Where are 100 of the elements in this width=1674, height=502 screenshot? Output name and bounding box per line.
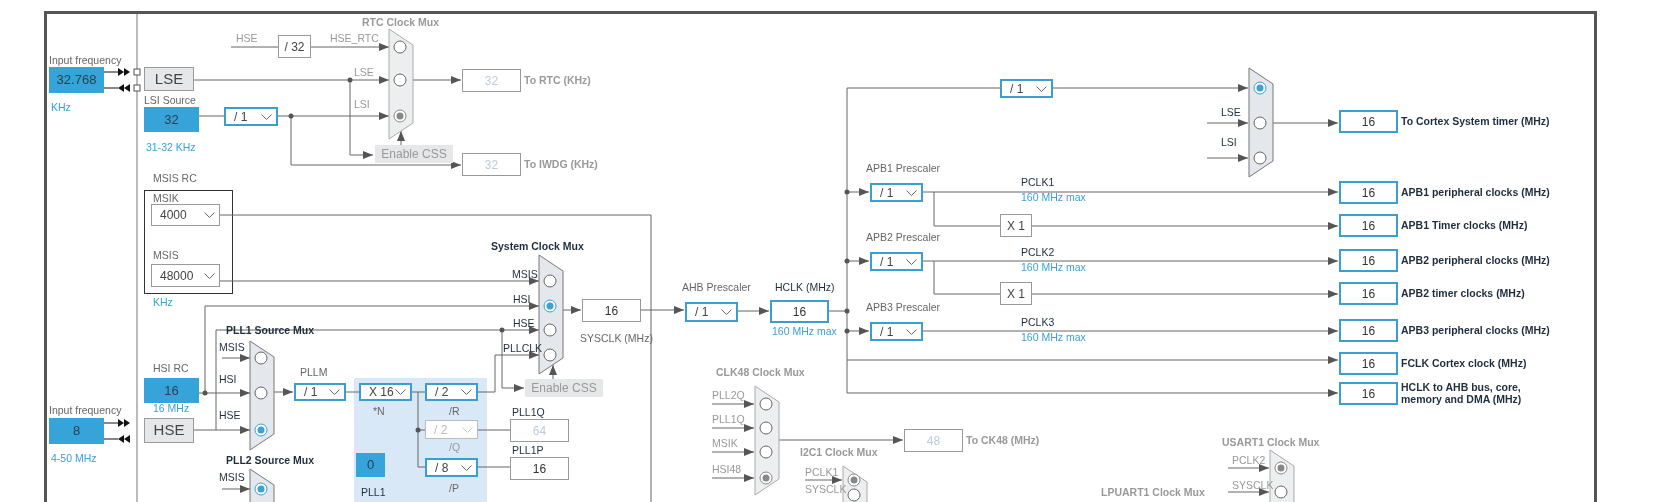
frequency-select[interactable]: 48000	[151, 264, 220, 287]
radio-button[interactable]	[1274, 485, 1288, 499]
range-label: 31-32 KHz	[146, 141, 196, 154]
output-label: To IWDG (KHz)	[524, 158, 598, 171]
prescaler-select[interactable]: X 16	[359, 383, 412, 401]
output-label: HCLK to AHB bus, core, memory and DMA (MHz)	[1401, 381, 1523, 406]
junction-dot	[844, 308, 850, 314]
arrow-connector	[804, 476, 843, 484]
frequency-select[interactable]: 4000	[151, 204, 220, 226]
multiplier-block: X 1	[1000, 282, 1032, 305]
prescaler-title: AHB Prescaler	[682, 281, 751, 294]
prescaler-caption: /P	[449, 482, 459, 495]
pll-value-field[interactable]: 0	[356, 453, 385, 477]
output-label: To Cortex System timer (MHz)	[1401, 115, 1550, 128]
output-field: 16	[582, 299, 641, 322]
input-label: MSIS	[512, 268, 538, 281]
arrow-connector	[549, 364, 557, 380]
prescaler-select[interactable]: / 1	[1000, 79, 1053, 98]
input-label: PLLCLK	[503, 342, 543, 355]
arrow-connector	[198, 389, 251, 397]
radio-button[interactable]	[1253, 81, 1267, 95]
radio-button[interactable]	[759, 397, 773, 411]
chevron-down-icon	[329, 389, 340, 395]
radio-button[interactable]	[759, 471, 773, 485]
input-label: PCLK2	[1232, 454, 1266, 467]
pll-label: PLL1	[361, 486, 386, 499]
mux-title: I2C1 Clock Mux	[800, 446, 878, 459]
radio-button[interactable]	[393, 73, 407, 87]
connector-line	[933, 260, 1001, 295]
radio-button[interactable]	[1274, 461, 1288, 475]
arrow-connector	[639, 306, 685, 314]
output-label: APB2 peripheral clocks (MHz)	[1401, 254, 1550, 267]
frequency-field[interactable]: 8	[49, 418, 104, 444]
radio-button[interactable]	[543, 274, 557, 288]
output-label: PLL1Q	[512, 406, 545, 419]
radio-button[interactable]	[1253, 151, 1267, 165]
output-field: 16	[1339, 110, 1398, 133]
radio-button[interactable]	[393, 109, 407, 123]
chevron-down-icon	[462, 426, 473, 433]
mux-title: RTC Clock Mux	[362, 16, 439, 29]
radio-button[interactable]	[254, 351, 268, 365]
radio-button[interactable]	[543, 299, 557, 313]
radio-button[interactable]	[543, 348, 557, 362]
connector-line	[103, 71, 119, 73]
prescaler-select[interactable]: / 1	[870, 322, 923, 341]
connector-line	[230, 46, 279, 48]
connector-line	[103, 422, 119, 424]
prescaler-title: PLLM	[300, 366, 328, 379]
prescaler-select[interactable]: / 1	[294, 383, 346, 401]
chevron-down-icon	[721, 309, 732, 315]
arrow-connector	[846, 257, 870, 265]
oscillator-block: HSE	[144, 418, 194, 443]
mux-title: USART1 Clock Mux	[1222, 436, 1320, 449]
input-label: HSE	[513, 317, 535, 330]
radio-button[interactable]	[1253, 116, 1267, 130]
radio-button[interactable]	[543, 323, 557, 337]
prescaler-select[interactable]: / 1	[685, 302, 738, 322]
output-label: PLL1P	[512, 444, 544, 457]
input-label: PCLK1	[805, 466, 839, 479]
output-field: 16	[1339, 282, 1398, 305]
radio-button[interactable]	[393, 40, 407, 54]
signal-label: HSE	[236, 32, 258, 45]
junction-dot	[499, 327, 505, 333]
radio-button[interactable]	[254, 482, 268, 496]
radio-button[interactable]	[254, 423, 268, 437]
prescaler-select[interactable]: / 1	[870, 252, 923, 271]
prescaler-select[interactable]: / 1	[870, 183, 923, 202]
radio-button[interactable]	[759, 445, 773, 459]
output-field: 16	[1339, 352, 1398, 375]
arrow-connector	[221, 354, 251, 362]
radio-button[interactable]	[759, 421, 773, 435]
source-title: HSI RC	[153, 362, 189, 375]
junction-dot	[844, 258, 850, 264]
prescaler-select[interactable]: / 8	[425, 458, 478, 477]
arrow-connector	[711, 424, 755, 432]
mux-title: PLL1 Source Mux	[226, 324, 315, 337]
prescaler-select[interactable]: / 2	[425, 383, 478, 401]
bus-label: PCLK1	[1021, 176, 1055, 189]
junction-dot	[347, 77, 353, 83]
radio-button[interactable]	[847, 473, 861, 487]
output-field: 32	[462, 69, 521, 92]
unit-label: KHz	[153, 296, 173, 309]
radio-button[interactable]	[847, 488, 861, 502]
output-label: SYSCLK (MHz)	[580, 332, 653, 345]
output-field: 16	[770, 300, 829, 323]
input-label: PLL1Q	[712, 413, 745, 426]
radio-button[interactable]	[254, 386, 268, 400]
connector-line	[198, 115, 225, 117]
mux-title: System Clock Mux	[491, 240, 584, 253]
frequency-field[interactable]: 32	[144, 107, 199, 132]
chevron-down-icon	[261, 113, 272, 120]
arrow-connector	[193, 426, 251, 434]
max-caption: 160 MHz max	[1021, 261, 1086, 274]
prescaler-select[interactable]: / 1	[224, 107, 278, 126]
frequency-field[interactable]: 16	[144, 378, 199, 403]
prescaler-title: APB2 Prescaler	[866, 231, 941, 244]
output-field: 16	[510, 457, 569, 480]
mux-title: CLK48 Clock Mux	[716, 366, 805, 379]
output-label: To RTC (KHz)	[524, 74, 591, 87]
frequency-field[interactable]: 32.768	[49, 67, 104, 93]
